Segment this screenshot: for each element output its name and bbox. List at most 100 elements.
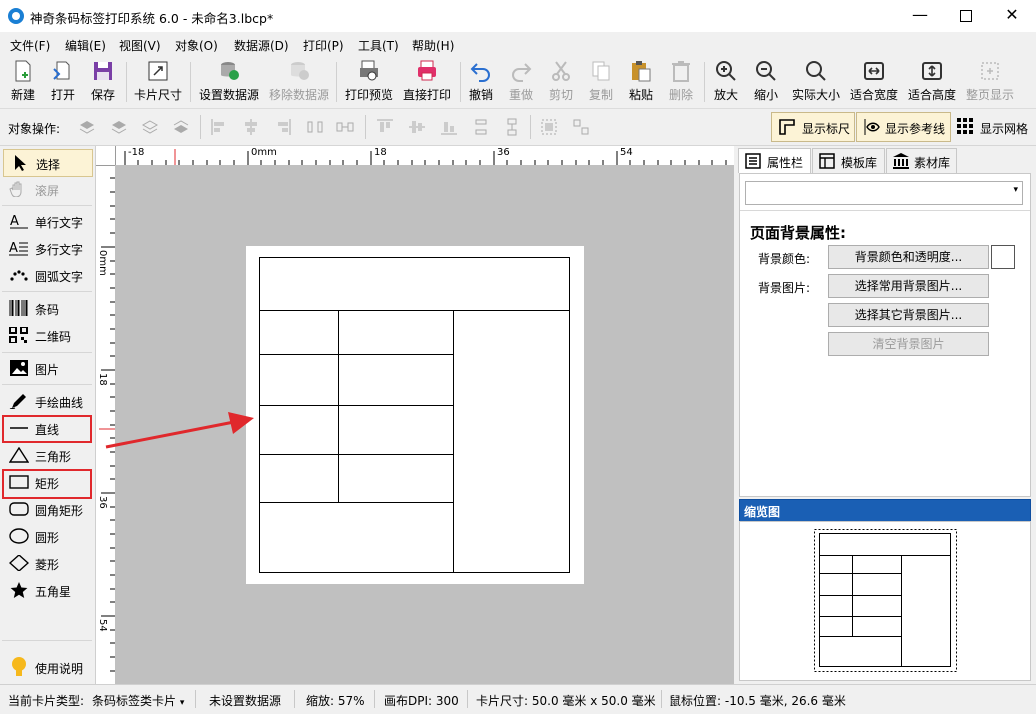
cut-button[interactable]: 剪切 bbox=[544, 59, 578, 105]
database-remove-icon bbox=[291, 62, 309, 80]
tool-image[interactable]: 图片 bbox=[3, 355, 91, 381]
star-icon bbox=[10, 582, 28, 598]
remove-datasource-button[interactable]: 移除数据源 bbox=[266, 59, 332, 105]
tool-help[interactable]: 使用说明 bbox=[3, 654, 91, 680]
align-right-icon[interactable] bbox=[274, 118, 292, 136]
object-select-dropdown[interactable]: ▾ bbox=[745, 181, 1023, 205]
align-bottom-icon[interactable] bbox=[440, 118, 458, 136]
delete-button[interactable]: 删除 bbox=[664, 59, 698, 105]
trash-icon bbox=[672, 61, 690, 82]
menu-tools[interactable]: 工具(T) bbox=[358, 37, 399, 54]
set-datasource-label: 设置数据源 bbox=[198, 88, 259, 102]
tab-properties-label: 属性栏 bbox=[767, 156, 804, 170]
tool-diamond[interactable]: 菱形 bbox=[3, 550, 91, 576]
show-guides-label: 显示参考线 bbox=[885, 122, 946, 136]
direct-print-button[interactable]: 直接打印 bbox=[400, 59, 454, 105]
layer-bottom-icon[interactable] bbox=[172, 118, 190, 136]
ungroup-icon[interactable] bbox=[572, 118, 590, 136]
tool-qrcode[interactable]: 二维码 bbox=[3, 322, 91, 348]
menu-print[interactable]: 打印(P) bbox=[303, 37, 344, 54]
card-size-button[interactable]: 卡片尺寸 bbox=[130, 59, 186, 105]
tool-ellipse[interactable]: 圆形 bbox=[3, 523, 91, 549]
align-center-icon[interactable] bbox=[242, 118, 260, 136]
pen-icon bbox=[9, 394, 26, 409]
align-middle-icon[interactable] bbox=[408, 118, 426, 136]
print-preview-button[interactable]: 打印预览 bbox=[341, 59, 397, 105]
align-top-icon[interactable] bbox=[376, 118, 394, 136]
hruler-label: 0mm bbox=[251, 147, 277, 158]
distribute-spacing-icon[interactable] bbox=[336, 118, 354, 136]
zoom-status: 缩放: 57% bbox=[306, 694, 365, 708]
label-card[interactable] bbox=[246, 246, 584, 584]
bg-color-swatch[interactable] bbox=[991, 245, 1015, 269]
thumbnail-preview[interactable] bbox=[814, 529, 958, 673]
show-guides-toggle[interactable]: 显示参考线 bbox=[856, 112, 951, 142]
choose-common-image-button[interactable]: 选择常用背景图片... bbox=[828, 274, 989, 298]
show-grid-toggle[interactable]: 显示网格 bbox=[954, 112, 1034, 140]
object-operations-label: 对象操作: bbox=[8, 122, 61, 136]
card-type-dropdown[interactable]: 条码标签类卡片 ▾ bbox=[92, 692, 184, 709]
maximize-button[interactable] bbox=[943, 0, 989, 32]
save-button[interactable]: 保存 bbox=[84, 59, 122, 105]
tab-templates[interactable]: 模板库 bbox=[812, 148, 885, 173]
set-datasource-button[interactable]: 设置数据源 bbox=[196, 59, 262, 105]
zoom-out-button[interactable]: 缩小 bbox=[749, 59, 783, 105]
minimize-button[interactable]: — bbox=[897, 0, 943, 32]
tool-single-text-label: 单行文字 bbox=[35, 216, 84, 230]
tool-round-rect[interactable]: 圆角矩形 bbox=[3, 496, 91, 522]
preview-title: 缩览图 bbox=[744, 505, 781, 519]
fit-width-button[interactable]: 适合宽度 bbox=[847, 59, 901, 105]
vruler-label: 54 bbox=[97, 619, 108, 632]
actual-size-button[interactable]: 实际大小 bbox=[789, 59, 843, 105]
tool-triangle[interactable]: 三角形 bbox=[3, 442, 91, 468]
distribute-vspacing-icon[interactable] bbox=[503, 118, 521, 136]
redo-button[interactable]: 重做 bbox=[504, 59, 538, 105]
full-page-icon bbox=[981, 62, 999, 80]
menu-view[interactable]: 视图(V) bbox=[119, 37, 161, 54]
menu-help[interactable]: 帮助(H) bbox=[412, 37, 454, 54]
tool-star[interactable]: 五角星 bbox=[3, 577, 91, 603]
menu-edit[interactable]: 编辑(E) bbox=[65, 37, 106, 54]
tool-multi-text[interactable]: A 多行文字 bbox=[3, 235, 91, 261]
tab-properties[interactable]: 属性栏 bbox=[738, 148, 811, 173]
bg-color-button[interactable]: 背景颜色和透明度... bbox=[828, 245, 989, 269]
save-label: 保存 bbox=[90, 88, 115, 102]
hruler-label: 18 bbox=[374, 147, 387, 158]
cut-label: 剪切 bbox=[548, 88, 573, 102]
menu-datasource[interactable]: 数据源(D) bbox=[234, 37, 289, 54]
show-ruler-toggle[interactable]: 显示标尺 bbox=[771, 112, 855, 142]
menu-file[interactable]: 文件(F) bbox=[10, 37, 50, 54]
group-icon[interactable] bbox=[540, 118, 558, 136]
fit-height-button[interactable]: 适合高度 bbox=[905, 59, 959, 105]
hruler-label: -18 bbox=[128, 147, 145, 158]
undo-button[interactable]: 撤销 bbox=[464, 59, 498, 105]
paste-button[interactable]: 粘贴 bbox=[624, 59, 658, 105]
vruler-label: 0mm bbox=[97, 250, 108, 276]
tab-assets[interactable]: 素材库 bbox=[886, 148, 957, 173]
clear-image-button[interactable]: 清空背景图片 bbox=[828, 332, 989, 356]
tool-barcode[interactable]: 条码 bbox=[3, 295, 91, 321]
layer-top-icon[interactable] bbox=[78, 118, 96, 136]
hand-icon bbox=[9, 181, 22, 197]
tool-freehand[interactable]: 手绘曲线 bbox=[3, 388, 91, 414]
zoom-in-button[interactable]: 放大 bbox=[709, 59, 743, 105]
tool-single-text[interactable]: A 单行文字 bbox=[3, 208, 91, 234]
tool-scroll[interactable]: 滚屏 bbox=[3, 176, 91, 202]
align-left-icon[interactable] bbox=[210, 118, 228, 136]
tool-arc-text[interactable]: 圆弧文字 bbox=[3, 262, 91, 288]
tool-select[interactable]: 选择 bbox=[3, 149, 93, 177]
ops-separator bbox=[530, 115, 531, 139]
copy-button[interactable]: 复制 bbox=[584, 59, 618, 105]
new-button[interactable]: 新建 bbox=[4, 59, 42, 105]
distribute-horizontal-icon[interactable] bbox=[306, 118, 324, 136]
layer-down-icon[interactable] bbox=[141, 118, 159, 136]
menu-object[interactable]: 对象(O) bbox=[175, 37, 218, 54]
distribute-vertical-icon[interactable] bbox=[472, 118, 490, 136]
layer-up-icon[interactable] bbox=[110, 118, 128, 136]
full-page-button[interactable]: 整页显示 bbox=[963, 59, 1017, 105]
choose-other-image-button[interactable]: 选择其它背景图片... bbox=[828, 303, 989, 327]
open-button[interactable]: 打开 bbox=[44, 59, 82, 105]
tool-divider bbox=[2, 291, 92, 292]
close-button[interactable]: ✕ bbox=[989, 0, 1035, 32]
arc-text-icon bbox=[10, 270, 28, 281]
